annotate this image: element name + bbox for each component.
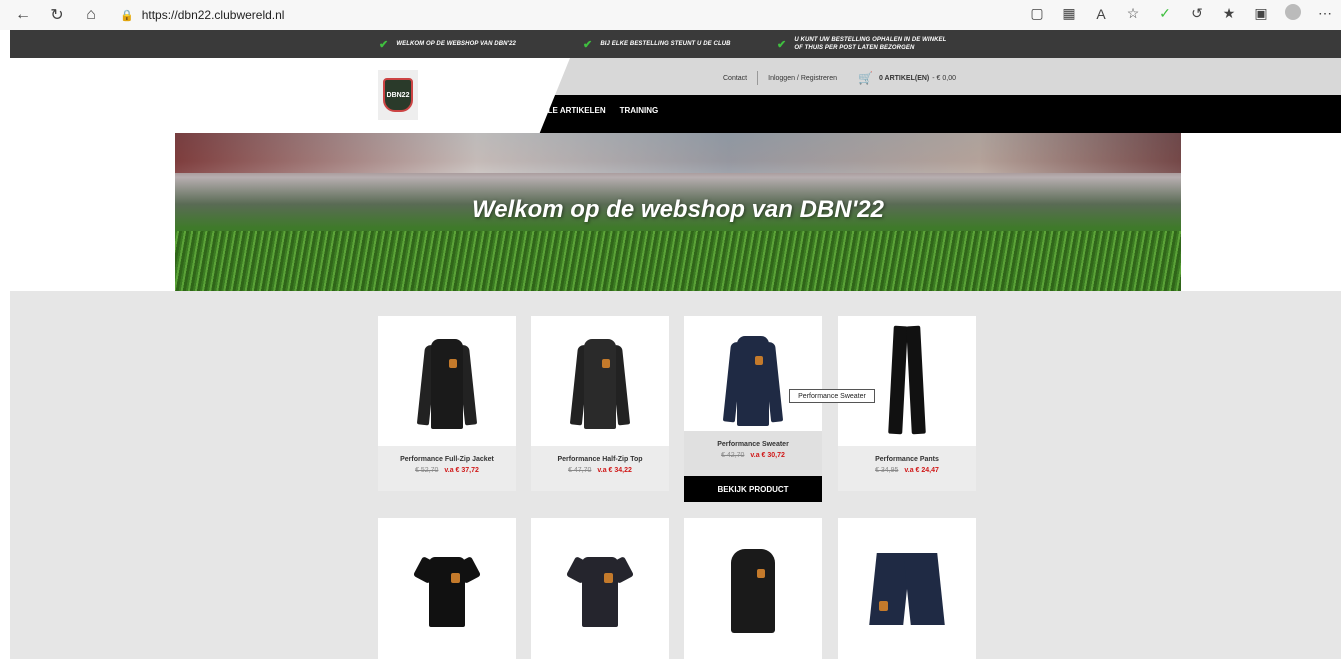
main-menu: ALLE ARTIKELEN TRAINING: [537, 106, 658, 115]
logo-shield: DBN22: [383, 78, 413, 112]
check-icon: ✔: [379, 38, 389, 51]
product-card[interactable]: Performance Half-Zip Top € 47,70 v.a € 3…: [531, 316, 669, 491]
extension-icon[interactable]: ✓: [1155, 5, 1175, 22]
collections-icon[interactable]: ▣: [1251, 5, 1271, 22]
apps-icon[interactable]: ▦: [1059, 5, 1079, 22]
sale-price: v.a € 37,72: [444, 467, 479, 474]
favorite-add-icon[interactable]: ☆: [1123, 5, 1143, 22]
pants-image: [887, 325, 927, 436]
product-card[interactable]: [378, 518, 516, 659]
product-price: € 52,70 v.a € 37,72: [378, 467, 516, 474]
jacket-image: [416, 331, 478, 431]
url-text[interactable]: https://dbn22.clubwereld.nl: [142, 8, 285, 22]
contact-link[interactable]: Contact: [723, 75, 747, 82]
stadium-blur: [175, 133, 1181, 173]
sweater-image: [722, 328, 784, 426]
product-card[interactable]: [531, 518, 669, 659]
product-price: € 42,70 v.a € 30,72: [684, 452, 822, 459]
refresh-icon[interactable]: ↻: [46, 4, 68, 26]
read-aloud-icon[interactable]: A: [1091, 6, 1111, 22]
product-card[interactable]: [838, 518, 976, 659]
product-name[interactable]: Performance Half-Zip Top: [531, 456, 669, 463]
product-price: € 47,70 v.a € 34,22: [531, 467, 669, 474]
shorts-image: [869, 552, 945, 625]
view-product-button[interactable]: BEKIJK PRODUCT: [684, 476, 822, 502]
old-price: € 34,95: [875, 467, 899, 474]
product-info: Performance Half-Zip Top € 47,70 v.a € 3…: [531, 446, 669, 491]
menu-item-training[interactable]: TRAINING: [620, 106, 659, 115]
singlet-image: [731, 545, 775, 633]
divider: [757, 71, 759, 85]
old-price: € 47,70: [568, 467, 592, 474]
product-image[interactable]: [838, 518, 976, 659]
product-image[interactable]: [684, 316, 822, 431]
sale-price: v.a € 34,22: [597, 467, 632, 474]
polo-image: [412, 551, 482, 627]
product-card[interactable]: Performance Full-Zip Jacket € 52,70 v.a …: [378, 316, 516, 491]
more-icon[interactable]: ⋯: [1315, 5, 1335, 22]
product-price: € 34,95 v.a € 24,47: [838, 467, 976, 474]
product-info: Performance Pants € 34,95 v.a € 24,47: [838, 446, 976, 491]
browser-toolbar: ← ↻ ⌂ 🔒 https://dbn22.clubwereld.nl ▢ ▦ …: [0, 0, 1341, 30]
back-icon[interactable]: ←: [12, 4, 34, 26]
product-image[interactable]: [531, 316, 669, 446]
club-logo[interactable]: DBN22: [378, 70, 418, 120]
half-zip-image: [569, 331, 631, 431]
product-image[interactable]: [531, 518, 669, 659]
cart-total[interactable]: - € 0,00: [932, 75, 956, 82]
cart-count[interactable]: 0 ARTIKEL(EN): [879, 75, 929, 82]
banner-title: Welkom op de webshop van DBN'22: [471, 196, 884, 223]
sale-price: v.a € 24,47: [904, 467, 939, 474]
browser-actions: ▢ ▦ A ☆ ✓ ↺ ★ ▣ ⋯: [1027, 4, 1335, 23]
favorites-icon[interactable]: ★: [1219, 5, 1239, 22]
cart-icon[interactable]: 🛒: [858, 71, 873, 85]
product-image[interactable]: [838, 316, 976, 446]
login-link[interactable]: Inloggen / Registreren: [768, 75, 837, 82]
product-info: Performance Sweater € 42,70 v.a € 30,72: [684, 431, 822, 476]
extensions-icon[interactable]: ↺: [1187, 5, 1207, 22]
product-image[interactable]: [684, 518, 822, 659]
sale-price: v.a € 30,72: [750, 452, 785, 459]
product-card[interactable]: Performance Sweater € 42,70 v.a € 30,72 …: [684, 316, 822, 502]
old-price: € 52,70: [415, 467, 439, 474]
home-icon[interactable]: ⌂: [80, 4, 102, 26]
reader-view-icon[interactable]: ▢: [1027, 5, 1047, 22]
product-name[interactable]: Performance Pants: [838, 456, 976, 463]
tshirt-image: [565, 551, 635, 627]
usp-item: ✔ U KUNT UW BESTELLING OPHALEN IN DE WIN…: [777, 37, 947, 51]
header-links: Contact Inloggen / Registreren 🛒 0 ARTIK…: [723, 71, 956, 85]
check-icon: ✔: [583, 38, 593, 51]
lock-icon: 🔒: [120, 9, 134, 22]
product-name[interactable]: Performance Sweater: [684, 441, 822, 448]
address-bar[interactable]: 🔒 https://dbn22.clubwereld.nl: [120, 8, 284, 22]
product-card[interactable]: Performance Pants € 34,95 v.a € 24,47: [838, 316, 976, 491]
grass-texture: [175, 231, 1181, 291]
product-image[interactable]: [378, 518, 516, 659]
product-name[interactable]: Performance Full-Zip Jacket: [378, 456, 516, 463]
webshop-page: ✔ WELKOM OP DE WEBSHOP VAN DBN'22 ✔ BIJ …: [10, 30, 1341, 659]
old-price: € 42,70: [721, 452, 745, 459]
profile-avatar[interactable]: [1283, 4, 1303, 23]
tooltip: Performance Sweater: [789, 389, 875, 403]
usp-item: ✔ BIJ ELKE BESTELLING STEUNT U DE CLUB: [583, 38, 731, 51]
usp-item: ✔ WELKOM OP DE WEBSHOP VAN DBN'22: [379, 38, 516, 51]
menu-item-alle-artikelen[interactable]: ALLE ARTIKELEN: [537, 106, 606, 115]
product-card[interactable]: [684, 518, 822, 659]
check-icon: ✔: [777, 38, 787, 51]
product-image[interactable]: [378, 316, 516, 446]
product-info: Performance Full-Zip Jacket € 52,70 v.a …: [378, 446, 516, 491]
